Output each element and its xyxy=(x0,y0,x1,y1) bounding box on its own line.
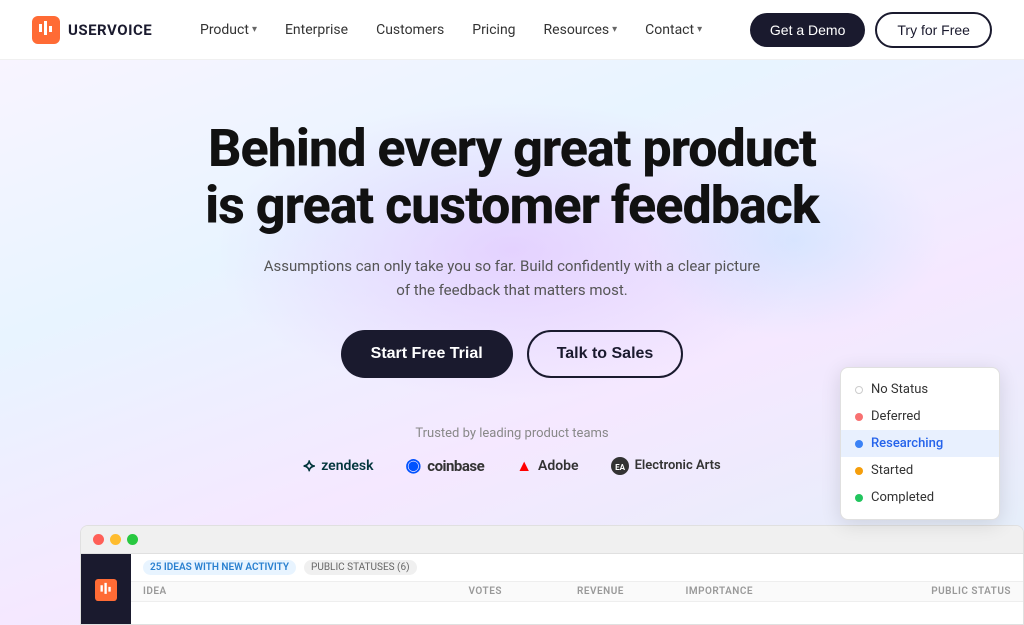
uservoice-sidebar-icon xyxy=(95,579,117,601)
get-demo-button[interactable]: Get a Demo xyxy=(750,13,865,47)
table-header: IDEA VOTES REVENUE IMPORTANCE PUBLIC STA… xyxy=(131,582,1023,602)
status-deferred[interactable]: Deferred xyxy=(841,403,999,430)
logo-text: USERVOICE xyxy=(68,21,152,39)
coinbase-icon: ◉ xyxy=(406,455,422,476)
nav-actions: Get a Demo Try for Free xyxy=(750,12,992,48)
status-researching[interactable]: Researching xyxy=(841,430,999,457)
logo-coinbase: ◉ coinbase xyxy=(406,455,485,476)
chevron-down-icon: ▾ xyxy=(252,24,257,35)
hero-section: Behind every great product is great cust… xyxy=(0,60,1024,625)
hero-buttons: Start Free Trial Talk to Sales xyxy=(205,330,819,378)
hero-content: Behind every great product is great cust… xyxy=(205,60,819,476)
logo-adobe: ▲ Adobe xyxy=(516,456,578,476)
status-started[interactable]: Started xyxy=(841,457,999,484)
window-minimize-dot xyxy=(110,534,121,545)
window-maximize-dot xyxy=(127,534,138,545)
adobe-icon: ▲ xyxy=(516,456,532,476)
col-status: PUBLIC STATUS xyxy=(794,586,1011,597)
app-window: 25 IDEAS WITH NEW ACTIVITY PUBLIC STATUS… xyxy=(80,525,1024,625)
status-tag[interactable]: PUBLIC STATUSES (6) xyxy=(304,560,417,575)
window-content: 25 IDEAS WITH NEW ACTIVITY PUBLIC STATUS… xyxy=(131,554,1023,624)
try-free-button[interactable]: Try for Free xyxy=(875,12,992,48)
activity-tag[interactable]: 25 IDEAS WITH NEW ACTIVITY xyxy=(143,560,296,575)
nav-links: Product ▾ Enterprise Customers Pricing R… xyxy=(188,16,714,44)
status-dot-completed xyxy=(855,494,863,502)
nav-enterprise[interactable]: Enterprise xyxy=(273,16,360,44)
navbar: USERVOICE Product ▾ Enterprise Customers… xyxy=(0,0,1024,60)
status-no-status[interactable]: No Status xyxy=(841,376,999,403)
start-trial-button[interactable]: Start Free Trial xyxy=(341,330,513,378)
nav-contact[interactable]: Contact ▾ xyxy=(633,16,714,44)
hero-subtitle: Assumptions can only take you so far. Bu… xyxy=(262,254,762,302)
status-dot-none xyxy=(855,386,863,394)
nav-product[interactable]: Product ▾ xyxy=(188,16,269,44)
col-votes: VOTES xyxy=(469,586,578,597)
status-dot-started xyxy=(855,467,863,475)
nav-customers[interactable]: Customers xyxy=(364,16,456,44)
svg-text:EA: EA xyxy=(615,463,626,472)
trusted-logos: ⟡ zendesk ◉ coinbase ▲ Adobe EA Electro xyxy=(205,455,819,476)
col-revenue: REVENUE xyxy=(577,586,686,597)
logo-ea: EA Electronic Arts xyxy=(611,457,721,475)
status-dot-deferred xyxy=(855,413,863,421)
logo-zendesk: ⟡ zendesk xyxy=(303,455,373,476)
trusted-label: Trusted by leading product teams xyxy=(205,426,819,441)
col-importance: IMPORTANCE xyxy=(686,586,795,597)
ea-icon: EA xyxy=(611,457,629,475)
window-sidebar xyxy=(81,554,131,625)
window-close-dot xyxy=(93,534,104,545)
status-dropdown: No Status Deferred Researching Started C… xyxy=(840,367,1000,520)
status-completed[interactable]: Completed xyxy=(841,484,999,511)
window-toolbar: 25 IDEAS WITH NEW ACTIVITY PUBLIC STATUS… xyxy=(131,554,1023,582)
app-preview: 25 IDEAS WITH NEW ACTIVITY PUBLIC STATUS… xyxy=(80,525,1024,625)
logo-icon xyxy=(32,16,60,44)
hero-title: Behind every great product is great cust… xyxy=(205,120,819,234)
status-dot-researching xyxy=(855,440,863,448)
talk-to-sales-button[interactable]: Talk to Sales xyxy=(527,330,684,378)
trusted-section: Trusted by leading product teams ⟡ zende… xyxy=(205,426,819,476)
nav-resources[interactable]: Resources ▾ xyxy=(532,16,630,44)
zendesk-icon: ⟡ xyxy=(303,455,315,476)
col-idea: IDEA xyxy=(143,586,469,597)
window-titlebar xyxy=(81,526,1023,554)
logo[interactable]: USERVOICE xyxy=(32,16,152,44)
chevron-down-icon: ▾ xyxy=(697,24,702,35)
nav-pricing[interactable]: Pricing xyxy=(460,16,527,44)
chevron-down-icon: ▾ xyxy=(612,24,617,35)
